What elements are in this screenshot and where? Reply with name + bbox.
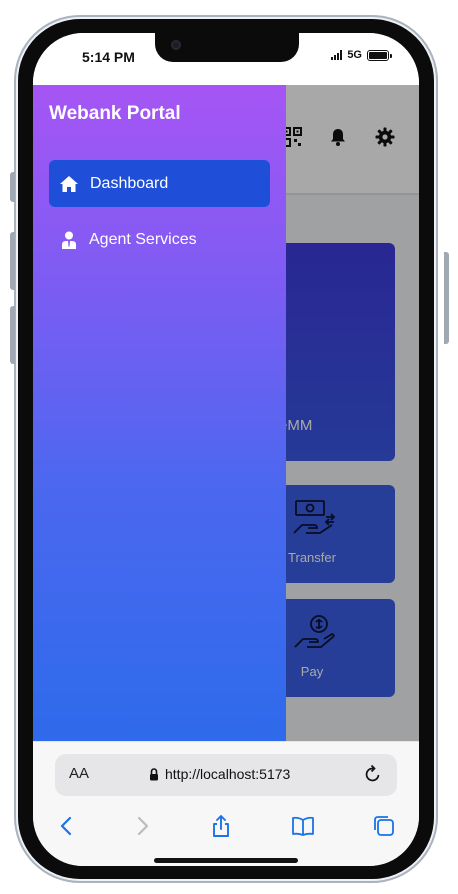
browser-toolbar: AA http://localhost:5173 [33,741,419,866]
camera-icon [171,40,181,50]
url-text: http://localhost:5173 [165,766,291,782]
notch [155,33,299,62]
stage: 5:14 PM 5G eMM Transfer Pay Webank Porta… [0,0,458,894]
home-icon [59,174,79,194]
phone-screen: 5:14 PM 5G eMM Transfer Pay Webank Porta… [33,33,419,866]
back-icon[interactable] [55,814,79,838]
drawer-title: Webank Portal [49,103,181,124]
nav-item-label: Agent Services [89,230,197,248]
forward-icon[interactable] [130,814,154,838]
share-icon[interactable] [209,814,233,838]
status-time: 5:14 PM [82,49,135,65]
url-display[interactable]: http://localhost:5173 [149,766,290,782]
address-bar[interactable]: AA http://localhost:5173 [55,754,397,796]
signal-icon [331,50,343,60]
volume-down-button [10,306,15,364]
mute-switch [10,172,15,202]
reload-icon[interactable] [363,764,383,784]
lock-icon [150,767,158,780]
reader-aa-button[interactable]: AA [69,765,89,782]
power-button [444,252,449,344]
volume-up-button [10,232,15,290]
network-label: 5G [347,49,362,61]
agent-user-icon [59,230,79,250]
nav-item-dashboard[interactable]: Dashboard [49,160,270,207]
status-indicators: 5G [331,49,392,61]
bookmarks-icon[interactable] [291,814,315,838]
navigation-drawer: Webank Portal Dashboard Agent Services [33,85,286,741]
home-indicator[interactable] [154,858,298,863]
tabs-icon[interactable] [372,814,396,838]
nav-item-agent-services[interactable]: Agent Services [49,216,270,263]
battery-icon [367,49,392,61]
nav-item-label: Dashboard [90,174,169,192]
